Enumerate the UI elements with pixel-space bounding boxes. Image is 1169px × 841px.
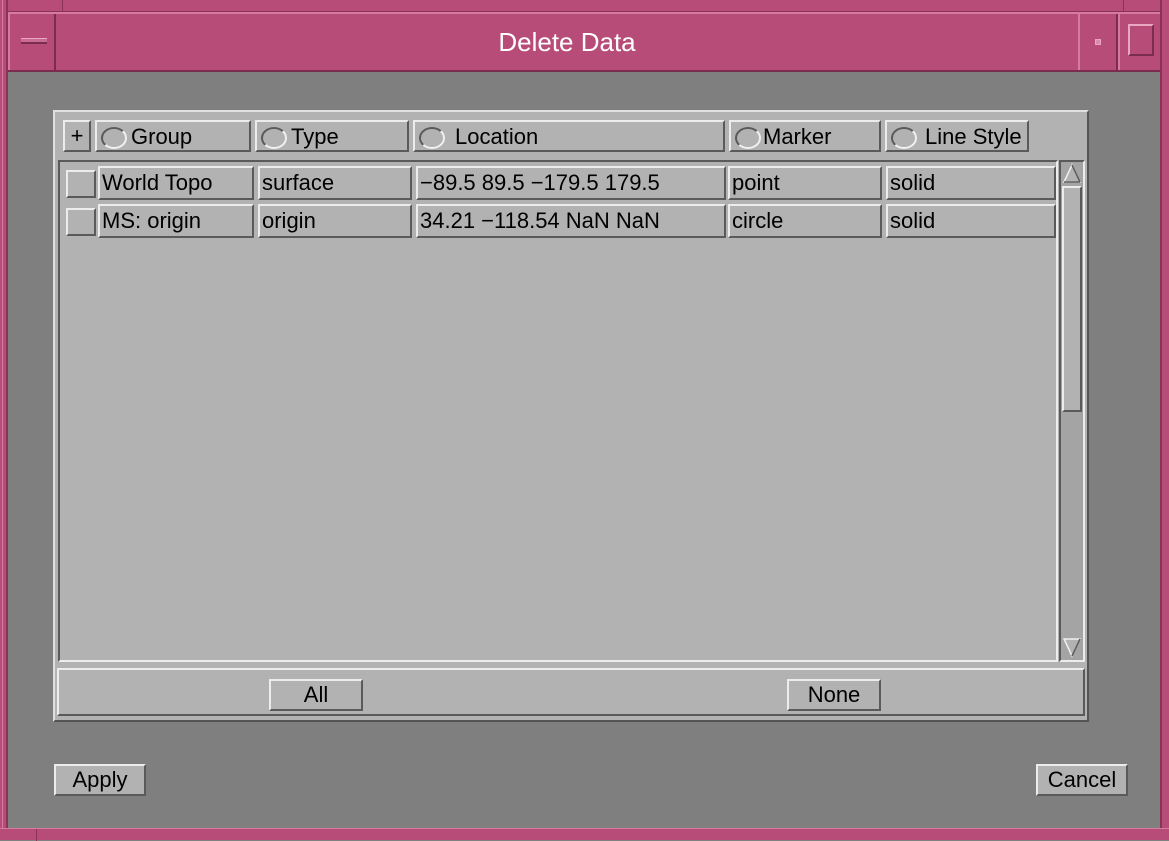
- select-all-button[interactable]: All: [269, 679, 363, 711]
- row-select-checkbox[interactable]: [66, 208, 96, 236]
- type-cell: surface: [258, 166, 412, 200]
- column-header-marker[interactable]: Marker: [729, 120, 881, 152]
- arrow-down-icon[interactable]: [1062, 636, 1082, 658]
- window-frame-right[interactable]: [1160, 0, 1169, 840]
- location-cell: −89.5 89.5 −179.5 179.5: [416, 166, 726, 200]
- sort-radio-type[interactable]: [261, 127, 287, 149]
- column-header-label: Line Style: [925, 124, 1022, 149]
- column-header-label: Type: [291, 124, 339, 149]
- table-row: MS: origin origin 34.21 −118.54 NaN NaN …: [62, 204, 1058, 238]
- data-list: World Topo surface −89.5 89.5 −179.5 179…: [58, 160, 1058, 662]
- sort-radio-line-style[interactable]: [891, 127, 917, 149]
- scrollbar-thumb[interactable]: [1062, 186, 1082, 412]
- column-header-location[interactable]: Location: [413, 120, 725, 152]
- title-bar[interactable]: Delete Data: [8, 12, 1160, 72]
- column-header-group[interactable]: Group: [95, 120, 251, 152]
- line-style-cell: solid: [886, 204, 1056, 238]
- column-header-type[interactable]: Type: [255, 120, 409, 152]
- location-cell: 34.21 −118.54 NaN NaN: [416, 204, 726, 238]
- sort-radio-location[interactable]: [419, 127, 445, 149]
- marker-cell: circle: [728, 204, 882, 238]
- dialog-body: + Group Type Location Marker Line Style …: [10, 72, 1160, 828]
- column-header-label: Group: [131, 124, 193, 149]
- data-list-panel: + Group Type Location Marker Line Style …: [53, 110, 1089, 722]
- selection-bar: All None: [57, 668, 1085, 716]
- maximize-icon[interactable]: [1118, 14, 1160, 70]
- column-header-label: Marker: [763, 124, 832, 149]
- sort-radio-marker[interactable]: [735, 127, 761, 149]
- row-select-checkbox[interactable]: [66, 170, 96, 198]
- expand-button[interactable]: +: [63, 120, 91, 152]
- type-cell: origin: [258, 204, 412, 238]
- window-frame-left[interactable]: [0, 0, 8, 840]
- vertical-scrollbar[interactable]: [1059, 160, 1085, 662]
- window-title: Delete Data: [498, 27, 636, 57]
- apply-button[interactable]: Apply: [54, 764, 146, 796]
- select-none-button[interactable]: None: [787, 679, 881, 711]
- group-cell: MS: origin: [98, 204, 254, 238]
- window-menu-icon[interactable]: [8, 14, 56, 70]
- line-style-cell: solid: [886, 166, 1056, 200]
- table-row: World Topo surface −89.5 89.5 −179.5 179…: [62, 166, 1058, 200]
- group-cell: World Topo: [98, 166, 254, 200]
- column-header-line-style[interactable]: Line Style: [885, 120, 1029, 152]
- arrow-up-icon[interactable]: [1062, 163, 1082, 185]
- delete-data-window: Delete Data + Group Type Location Marker…: [0, 0, 1169, 841]
- marker-cell: point: [728, 166, 882, 200]
- sort-radio-group[interactable]: [101, 127, 127, 149]
- window-frame-bottom[interactable]: [0, 828, 1169, 841]
- window-frame-top[interactable]: [0, 0, 1169, 12]
- minimize-icon[interactable]: [1078, 14, 1118, 70]
- cancel-button[interactable]: Cancel: [1036, 764, 1128, 796]
- column-header-label: Location: [455, 124, 539, 149]
